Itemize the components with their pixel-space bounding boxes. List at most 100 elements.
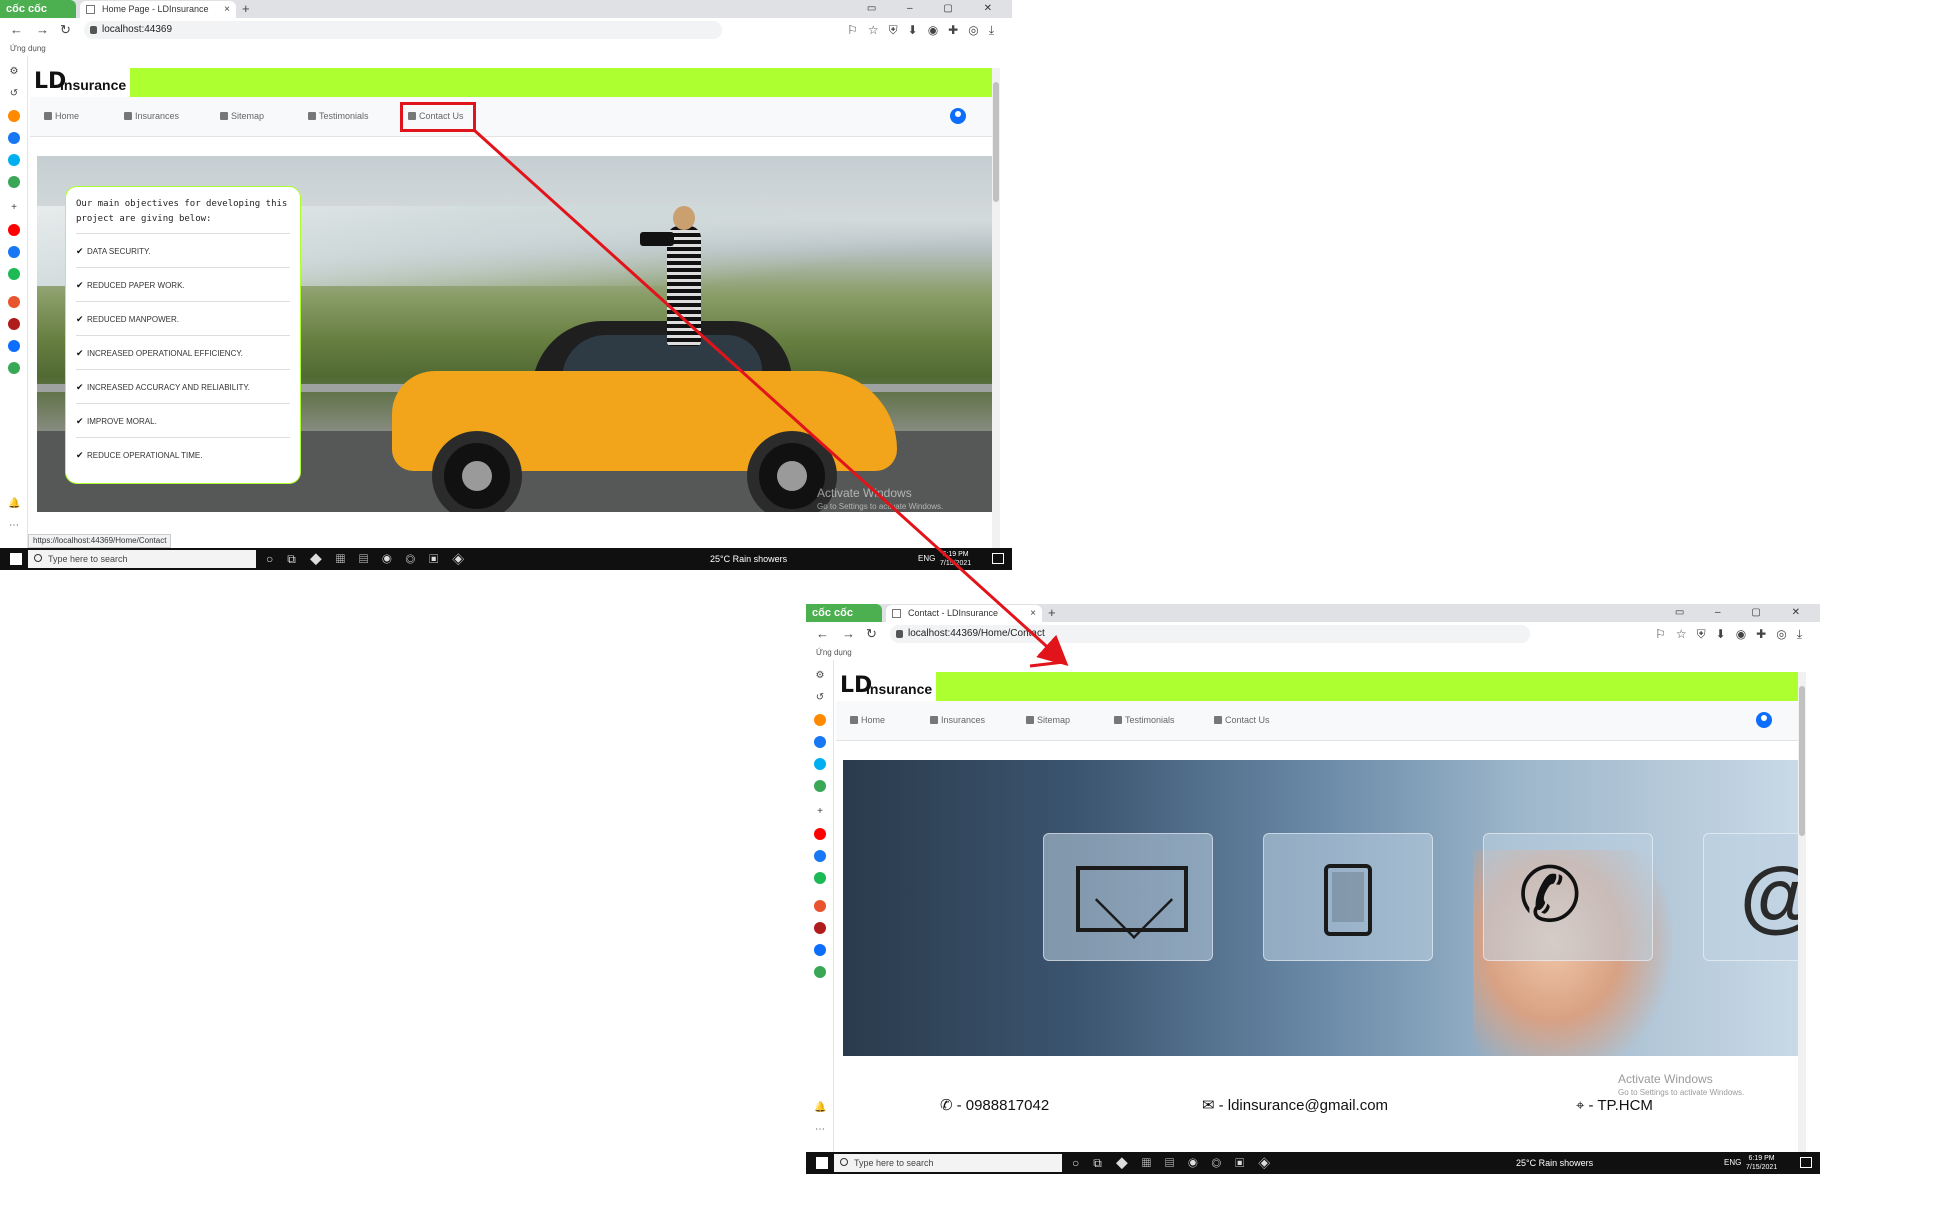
header-banner: LD Insurance (836, 672, 1798, 701)
taskbar-search[interactable]: Type here to search (28, 550, 256, 568)
nav-testimonials[interactable]: Testimonials (1114, 714, 1175, 726)
windows-start-icon[interactable] (10, 553, 22, 565)
taskbar-clock[interactable]: 6:19 PM 7/15/2021 (940, 550, 971, 568)
url-input[interactable]: localhost:44369/Home/Contact (890, 625, 1530, 643)
taskbar-apps[interactable]: ○⧉◆▦▤◉◎▣◈ (1072, 1152, 1284, 1174)
active-tab[interactable]: Home Page - LDInsurance × (80, 1, 236, 18)
handset-icon: ✆ (1518, 853, 1582, 938)
skype-icon[interactable] (814, 758, 826, 770)
apps-bookmark[interactable]: Ứng dụng (816, 648, 852, 657)
shopping-icon[interactable] (814, 900, 826, 912)
vtv-icon[interactable] (814, 922, 826, 934)
crown-icon[interactable] (814, 714, 826, 726)
add-icon[interactable]: + (814, 806, 826, 818)
add-icon[interactable]: + (8, 202, 20, 214)
nav-insurances[interactable]: Insurances (124, 110, 179, 122)
piggy-icon[interactable] (8, 362, 20, 374)
bell-icon[interactable]: 🔔 (8, 498, 20, 510)
new-tab-icon[interactable]: + (242, 0, 250, 18)
address-bar-row: ← → ↻ localhost:44369 ⚐☆⛨⬇◉✚◎⤓ (0, 18, 1012, 42)
taskbar-search[interactable]: Type here to search (834, 1154, 1062, 1172)
scroll-thumb[interactable] (1799, 686, 1805, 836)
nav-contact-us[interactable]: Contact Us (1214, 714, 1270, 726)
contact-page-screenshot: cốc cốc Contact - LDInsurance × + ▭ – ▢ … (806, 604, 1820, 1174)
more-icon[interactable]: ⋯ (814, 1124, 826, 1136)
page-scrollbar[interactable] (1798, 672, 1806, 1152)
windows-start-icon[interactable] (816, 1157, 828, 1169)
news-icon[interactable] (8, 340, 20, 352)
browser-brand[interactable]: cốc cốc (0, 0, 76, 18)
news-icon[interactable] (814, 944, 826, 956)
contact-phone[interactable]: ✆ - 0988817042 (940, 1096, 1049, 1116)
nav-sitemap[interactable]: Sitemap (220, 110, 264, 122)
reload-icon[interactable]: ↻ (866, 625, 877, 643)
taskbar-weather[interactable]: 25°C Rain showers (1516, 1152, 1593, 1174)
facebook-icon[interactable] (8, 246, 20, 258)
page-scrollbar[interactable] (992, 68, 1000, 548)
crown-icon[interactable] (8, 110, 20, 122)
history-icon[interactable]: ↺ (814, 692, 826, 704)
back-icon[interactable]: ← (816, 625, 829, 643)
facebook-icon[interactable] (814, 850, 826, 862)
youtube-icon[interactable] (814, 828, 826, 840)
notification-icon[interactable] (992, 553, 1004, 564)
extension-icons[interactable]: ⚐☆⛨⬇◉✚◎⤓ (847, 21, 1004, 39)
scroll-thumb[interactable] (993, 82, 999, 202)
contact-location[interactable]: ⌖ - TP.HCM (1576, 1096, 1653, 1116)
tab-title: Home Page - LDInsurance (102, 4, 209, 14)
nav-home[interactable]: Home (44, 110, 79, 122)
taskbar-language[interactable]: ENG (1724, 1152, 1741, 1174)
vtv-icon[interactable] (8, 318, 20, 330)
window-controls[interactable]: ▭ – ▢ ✕ (1675, 604, 1814, 622)
search-icon (840, 1158, 848, 1166)
game-icon[interactable] (814, 780, 826, 792)
back-icon[interactable]: ← (10, 21, 23, 39)
forward-icon[interactable]: → (36, 21, 49, 39)
skype-icon[interactable] (8, 154, 20, 166)
nav-sitemap[interactable]: Sitemap (1026, 714, 1070, 726)
new-tab-icon[interactable]: + (1048, 604, 1056, 622)
nav-insurances[interactable]: Insurances (930, 714, 985, 726)
settings-icon[interactable]: ⚙ (8, 66, 20, 78)
taskbar-weather[interactable]: 25°C Rain showers (710, 548, 787, 570)
youtube-icon[interactable] (8, 224, 20, 236)
nav-home[interactable]: Home (850, 714, 885, 726)
taskbar-language[interactable]: ENG (918, 548, 935, 570)
extension-icons[interactable]: ⚐☆⛨⬇◉✚◎⤓ (1655, 625, 1812, 643)
bell-icon[interactable]: 🔔 (814, 1102, 826, 1114)
objective-label: REDUCED MANPOWER. (87, 315, 180, 324)
logo[interactable]: LD Insurance (30, 68, 130, 97)
messenger-icon[interactable] (8, 132, 20, 144)
header-banner: LD Insurance (30, 68, 992, 97)
close-tab-icon[interactable]: × (1030, 605, 1036, 622)
map-marker-icon: ⌖ (1576, 1097, 1585, 1114)
taskbar-apps[interactable]: ○⧉◆▦▤◉◎▣◈ (266, 548, 478, 570)
game-icon[interactable] (8, 176, 20, 188)
music-icon[interactable] (8, 268, 20, 280)
browser-brand[interactable]: cốc cốc (806, 604, 882, 622)
active-tab[interactable]: Contact - LDInsurance × (886, 605, 1042, 622)
piggy-icon[interactable] (814, 966, 826, 978)
notification-icon[interactable] (1800, 1157, 1812, 1168)
close-tab-icon[interactable]: × (224, 1, 230, 18)
contact-email[interactable]: ✉ - ldinsurance@gmail.com (1202, 1096, 1388, 1116)
music-icon[interactable] (814, 872, 826, 884)
settings-icon[interactable]: ⚙ (814, 670, 826, 682)
more-icon[interactable]: ⋯ (8, 520, 20, 532)
forward-icon[interactable]: → (842, 625, 855, 643)
taskbar-clock[interactable]: 6:19 PM 7/15/2021 (1746, 1154, 1777, 1172)
messenger-icon[interactable] (814, 736, 826, 748)
url-input[interactable]: localhost:44369 (84, 21, 722, 39)
window-controls[interactable]: ▭ – ▢ ✕ (867, 0, 1006, 18)
user-account-icon[interactable] (1756, 712, 1772, 728)
nav-testimonials[interactable]: Testimonials (308, 110, 369, 122)
reload-icon[interactable]: ↻ (60, 21, 71, 39)
shopping-icon[interactable] (8, 296, 20, 308)
apps-bookmark[interactable]: Ứng dụng (10, 44, 46, 53)
history-icon[interactable]: ↺ (8, 88, 20, 100)
phone-tile: ✆ (1483, 833, 1653, 961)
user-account-icon[interactable] (950, 108, 966, 124)
logo[interactable]: LD Insurance (836, 672, 936, 701)
camera-icon (640, 232, 674, 246)
home-icon (850, 716, 858, 724)
